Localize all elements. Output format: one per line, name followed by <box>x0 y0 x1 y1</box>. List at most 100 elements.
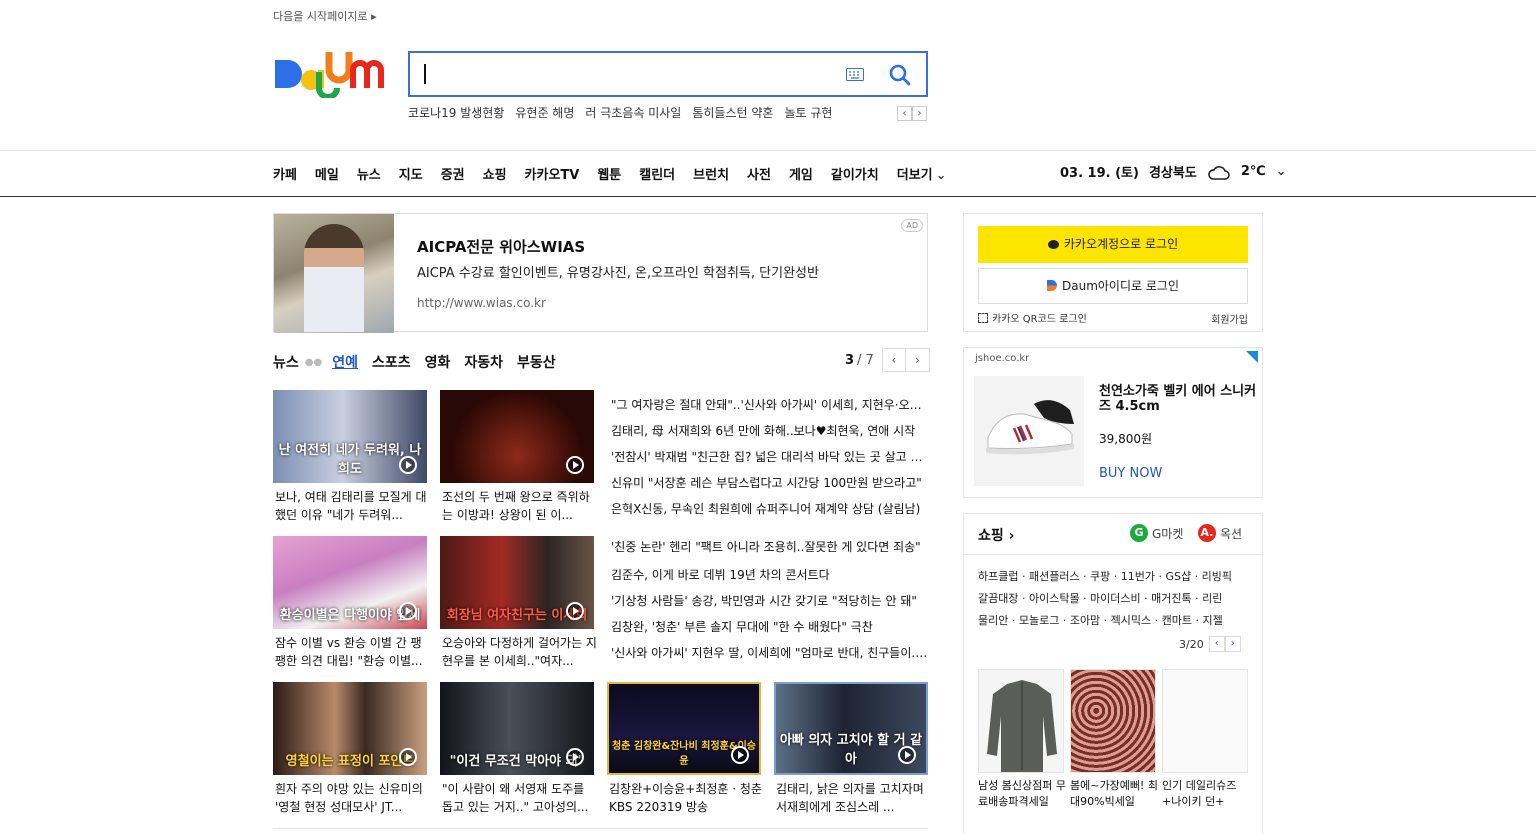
video-title[interactable]: 흰자 주의 야망 있는 신유미의 '영철 현정 성대모사' JT... <box>275 780 431 816</box>
shop-link-row[interactable]: 하프클럽 · 패션플러스 · 쿠팡 · 11번가 · GS샵 · 리빙픽 <box>978 566 1254 588</box>
login-box: 카카오계정으로 로그인 Daum아이디로 로그인 카카오 QR코드 로그인 회원… <box>963 213 1263 332</box>
search-box[interactable] <box>408 51 928 97</box>
video-title[interactable]: 잠수 이별 vs 환승 이별 간 팽팽한 의견 대립! "환승 이별... <box>275 634 431 670</box>
nav-item-stock[interactable]: 증권 <box>441 164 465 183</box>
product-name[interactable]: 천연소가죽 벨키 에어 스니커즈 4.5cm <box>1099 384 1259 414</box>
headline-link[interactable]: "그 여자랑은 절대 안돼"..'신사와 아가씨' 이세희, 지현우·오승아 교… <box>611 396 928 413</box>
tab-sports[interactable]: 스포츠 <box>372 352 411 372</box>
shopping-links: 하프클럽 · 패션플러스 · 쿠팡 · 11번가 · GS샵 · 리빙픽 갈끔대… <box>978 566 1254 632</box>
trending-keyword[interactable]: 러 극초음속 미사일 <box>585 104 681 121</box>
chevron-right-icon[interactable]: › <box>1224 636 1241 652</box>
nav-item-dictionary[interactable]: 사전 <box>747 164 771 183</box>
qr-login-link[interactable]: 카카오 QR코드 로그인 <box>978 310 1087 325</box>
product-ad[interactable]: jshoe.co.kr 천연소가죽 벨키 에어 스니커즈 4.5cm 39,80… <box>963 347 1263 498</box>
product-thumbnail[interactable] <box>1070 669 1156 773</box>
product-caption[interactable]: 인기 데일리슈즈 +나이키 던+ <box>1162 778 1252 810</box>
video-title[interactable]: "이 사람이 왜 서영재 도주를 돕고 있는 거지.." 고아성의... <box>442 780 598 816</box>
video-thumbnail[interactable]: 아빠 의자 고치야 할 거 같아 <box>774 682 928 775</box>
chevron-down-icon[interactable]: ⌄ <box>1276 164 1287 179</box>
video-thumbnail[interactable]: 청춘 김창완&잔나비 최정훈&이승윤 <box>607 682 761 775</box>
qr-icon <box>978 313 988 323</box>
play-icon <box>399 456 417 474</box>
video-thumbnail[interactable]: 회장님 여자친구는 이세희 <box>440 536 594 629</box>
product-thumbnail[interactable] <box>978 669 1064 773</box>
gmarket-link[interactable]: G G마켓 <box>1130 524 1183 542</box>
video-thumbnail[interactable]: 영철이는 표정이 포인트 <box>273 682 427 775</box>
signup-link[interactable]: 회원가입 <box>1211 311 1248 326</box>
product-price: 39,800원 <box>1099 432 1153 446</box>
adchoices-icon[interactable] <box>1246 351 1258 363</box>
headline-link[interactable]: '친중 논란' 헨리 "팩트 아니라 조용히..잘못한 게 있다면 죄송" <box>611 538 928 555</box>
video-title[interactable]: 보나, 여태 김태리를 모질게 대했던 이유 "네가 두려워... <box>275 488 431 524</box>
nav-item-shopping[interactable]: 쇼핑 <box>483 164 507 183</box>
video-title[interactable]: 김창완+이승윤+최정훈 · 청춘 KBS 220319 방송 <box>609 780 765 816</box>
tab-news[interactable]: 뉴스 <box>273 352 299 372</box>
nav-item-together[interactable]: 같이가치 <box>831 164 879 183</box>
product-thumbnail[interactable] <box>1162 669 1248 773</box>
play-icon <box>566 456 584 474</box>
headline-link[interactable]: '기상청 사람들' 송강, 박민영과 시간 갖기로 "적당히는 안 돼" <box>611 592 928 609</box>
tab-movie[interactable]: 영화 <box>425 352 451 372</box>
page-total: / 7 <box>857 352 874 368</box>
ad-banner[interactable]: AICPA전문 위아스WIAS AICPA 수강료 할인이벤트, 유명강사진, … <box>273 213 928 333</box>
nav-item-webtoon[interactable]: 웹툰 <box>597 164 621 183</box>
keyboard-icon[interactable] <box>846 68 864 81</box>
nav-item-news[interactable]: 뉴스 <box>357 164 381 183</box>
news-tabs: 뉴스 ●● 연예 스포츠 영화 자동차 부동산 <box>273 352 556 372</box>
set-start-page-link[interactable]: 다음을 시작페이지로 ▸ <box>273 8 377 24</box>
video-thumbnail[interactable]: 환승이별은 다행이야 앞세 <box>273 536 427 629</box>
headline-link[interactable]: 김창완, '청춘' 부른 솔지 무대에 "한 수 배웠다" 극찬 <box>611 618 928 635</box>
headline-link[interactable]: '신사와 아가씨' 지현우 딸, 이세희에 "엄마로 반대, 친구들이..." <box>611 644 928 661</box>
search-icon[interactable] <box>888 63 912 87</box>
tab-separator: ●● <box>304 356 323 368</box>
video-title[interactable]: 오승아와 다정하게 걸어가는 지현우를 본 이세희.."여자... <box>442 634 598 670</box>
trending-next-button[interactable]: › <box>912 106 927 121</box>
daum-logo[interactable] <box>273 50 389 98</box>
shopping-title[interactable]: 쇼핑 › <box>978 525 1014 545</box>
trending-prev-button[interactable]: ‹ <box>897 106 912 121</box>
chevron-left-icon[interactable]: ‹ <box>881 348 906 372</box>
headline-link[interactable]: 은혁X신동, 무속인 최원희에 슈퍼주니어 재계약 상담 (살림남) <box>611 500 928 517</box>
ad-title[interactable]: AICPA전문 위아스WIAS <box>417 236 585 257</box>
headline-link[interactable]: '전참시' 박재범 "친근한 집? 넓은 대리석 바닥 있는 곳 살고 싶어" <box>611 448 928 465</box>
tab-entertainment[interactable]: 연예 <box>332 352 358 372</box>
video-title[interactable]: 김태리, 낡은 의자를 고치자며 서재희에게 조심스레 ... <box>776 780 932 816</box>
ad-url[interactable]: http://www.wias.co.kr <box>417 296 546 310</box>
chevron-left-icon[interactable]: ‹ <box>1208 636 1225 652</box>
nav-item-brunch[interactable]: 브런치 <box>693 164 729 183</box>
daum-login-button[interactable]: Daum아이디로 로그인 <box>978 268 1248 304</box>
video-thumbnail[interactable] <box>440 390 594 483</box>
nav-more-button[interactable]: 더보기 <box>897 164 947 183</box>
video-title[interactable]: 조선의 두 번째 왕으로 즉위하는 이방과! 상왕이 된 이... <box>442 488 598 524</box>
speech-bubble-icon <box>1047 240 1059 249</box>
ad-badge[interactable]: AD <box>901 219 923 232</box>
auction-link[interactable]: A. 옥션 <box>1198 524 1242 542</box>
kakao-login-button[interactable]: 카카오계정으로 로그인 <box>978 226 1248 263</box>
headline-link[interactable]: 김태리, 母 서재희와 6년 만에 화해..보나♥최현욱, 연애 시작 <box>611 422 928 439</box>
page-current: 3 <box>845 352 855 368</box>
nav-item-cafe[interactable]: 카페 <box>273 164 297 183</box>
product-caption[interactable]: 봄에~가장예뻐! 최대90%빅세일 <box>1070 778 1160 810</box>
trending-keyword[interactable]: 유현준 해명 <box>515 104 574 121</box>
nav-item-game[interactable]: 게임 <box>789 164 813 183</box>
headline-link[interactable]: 김준수, 이게 바로 데뷔 19년 차의 콘서트다 <box>611 566 928 583</box>
weather-widget[interactable]: 03. 19. (토) 경상북도 2℃ ⌄ <box>1060 162 1287 181</box>
nav-item-map[interactable]: 지도 <box>399 164 423 183</box>
shop-link-row[interactable]: 갈끔대장 · 아이스탁몰 · 마이더스비 · 매거진톡 · 리린 <box>978 588 1254 610</box>
chevron-right-icon[interactable]: › <box>905 348 930 372</box>
nav-item-kakaotv[interactable]: 카카오TV <box>525 164 580 183</box>
nav-item-calendar[interactable]: 캘린더 <box>639 164 675 183</box>
trending-keyword[interactable]: 톰히들스턴 약혼 <box>692 104 773 121</box>
tab-car[interactable]: 자동차 <box>464 352 503 372</box>
headline-link[interactable]: 신유미 "서장훈 레슨 부담스럽다고 시간당 100만원 받으라고" <box>611 474 928 491</box>
trending-keyword[interactable]: 놀토 규현 <box>784 104 832 121</box>
buy-now-link[interactable]: BUY NOW <box>1099 466 1162 481</box>
trending-keyword[interactable]: 코로나19 발생현황 <box>408 104 504 121</box>
tab-realestate[interactable]: 부동산 <box>517 352 556 372</box>
video-thumbnail[interactable]: 난 여전히 네가 두려워, 나희도 <box>273 390 427 483</box>
product-caption[interactable]: 남성 봄신상점퍼 무료배송파격세일 <box>978 778 1068 810</box>
search-input[interactable] <box>428 61 828 87</box>
shop-link-row[interactable]: 물리안 · 모놀로그 · 조아맘 · 젝시믹스 · 캔마트 · 지젤 <box>978 610 1254 632</box>
nav-item-mail[interactable]: 메일 <box>315 164 339 183</box>
video-thumbnail[interactable]: "이건 무조건 막아야 돼" <box>440 682 594 775</box>
